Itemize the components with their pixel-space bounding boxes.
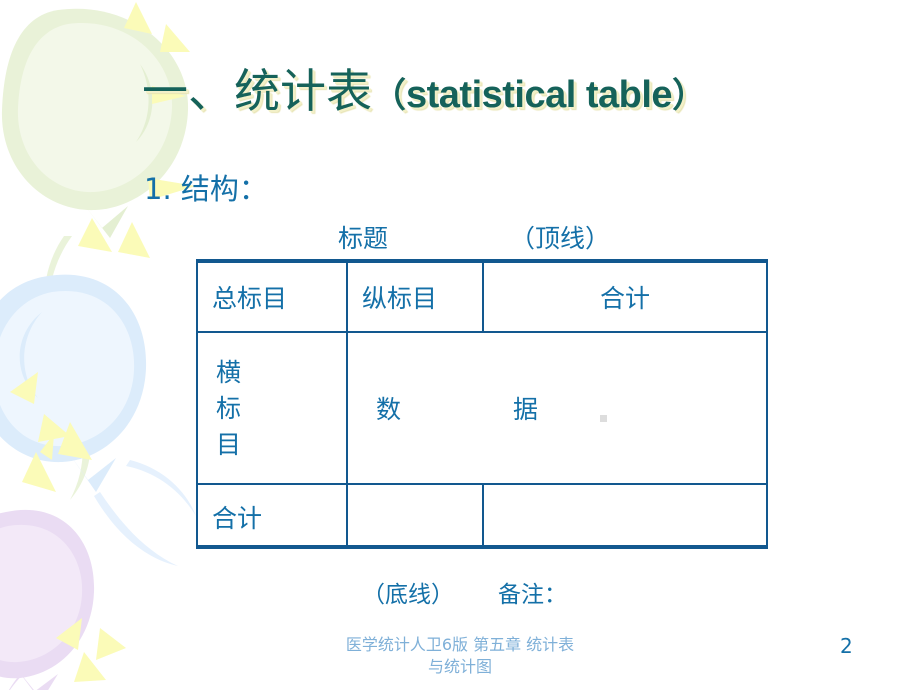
table-caption-title: 标题 [338, 224, 389, 253]
table-header-cell-2: 纵标目 [346, 263, 482, 331]
table-body-data-cell: 数 据 [346, 333, 766, 483]
row-label-char-3: 目 [216, 430, 242, 460]
statistical-table: 总标目 纵标目 合计 横 标 目 数 据 合计 [196, 259, 768, 549]
table-header-row: 总标目 纵标目 合计 [198, 263, 766, 333]
page-title: 一、统计表（statistical table） [142, 68, 706, 114]
table-header-cell-3: 合计 [482, 263, 766, 331]
table-total-cell-2 [346, 485, 482, 549]
cursor-artifact-dot [600, 415, 607, 422]
table-bottomline-label: （底线） [362, 582, 454, 608]
section-subheading: 1. 结构： [144, 172, 268, 206]
data-placeholder-text: 数 据 [348, 333, 766, 483]
table-footer-row: （底线） 备注： [196, 575, 776, 608]
title-english: statistical table [406, 74, 673, 116]
footer-line-1: 医学统计人卫6版 第五章 统计表 [345, 635, 575, 654]
balloon-purple-icon [0, 510, 95, 690]
yellow-rays-bottom [40, 434, 126, 682]
table-total-cell-3 [482, 485, 766, 549]
table-total-row: 合计 [198, 485, 766, 549]
table-body-row: 横 标 目 数 据 [198, 333, 766, 485]
yellow-rays-top [78, 2, 196, 258]
row-label-char-2: 标 [216, 393, 242, 423]
balloon-blue-icon [0, 274, 196, 566]
yellow-rays-middle [10, 372, 92, 492]
title-paren-close: ） [672, 76, 707, 116]
page-number: 2 [840, 634, 853, 658]
vertical-row-label: 横 标 目 [198, 333, 346, 483]
table-body-row-label: 横 标 目 [198, 333, 346, 483]
table-total-label: 合计 [212, 504, 263, 533]
table-caption-row: 标题 （顶线） [190, 219, 770, 253]
title-paren-open: （ [372, 76, 406, 116]
slide-canvas: 一、统计表（statistical table） 1. 结构： 标题 （顶线） … [0, 0, 920, 690]
footer-line-2: 与统计图 [427, 656, 492, 676]
table-topline-label: （顶线） [510, 224, 611, 253]
title-chinese: 一、统计表 [142, 64, 372, 118]
table-note-label: 备注： [498, 582, 567, 608]
row-label-char-1: 横 [216, 357, 242, 387]
data-word-right: 据 [513, 395, 539, 424]
table-header-cell-1: 总标目 [212, 284, 288, 313]
data-word-left: 数 [376, 395, 402, 424]
slide-footer-text: 医学统计人卫6版 第五章 统计表 与统计图 [250, 634, 670, 677]
